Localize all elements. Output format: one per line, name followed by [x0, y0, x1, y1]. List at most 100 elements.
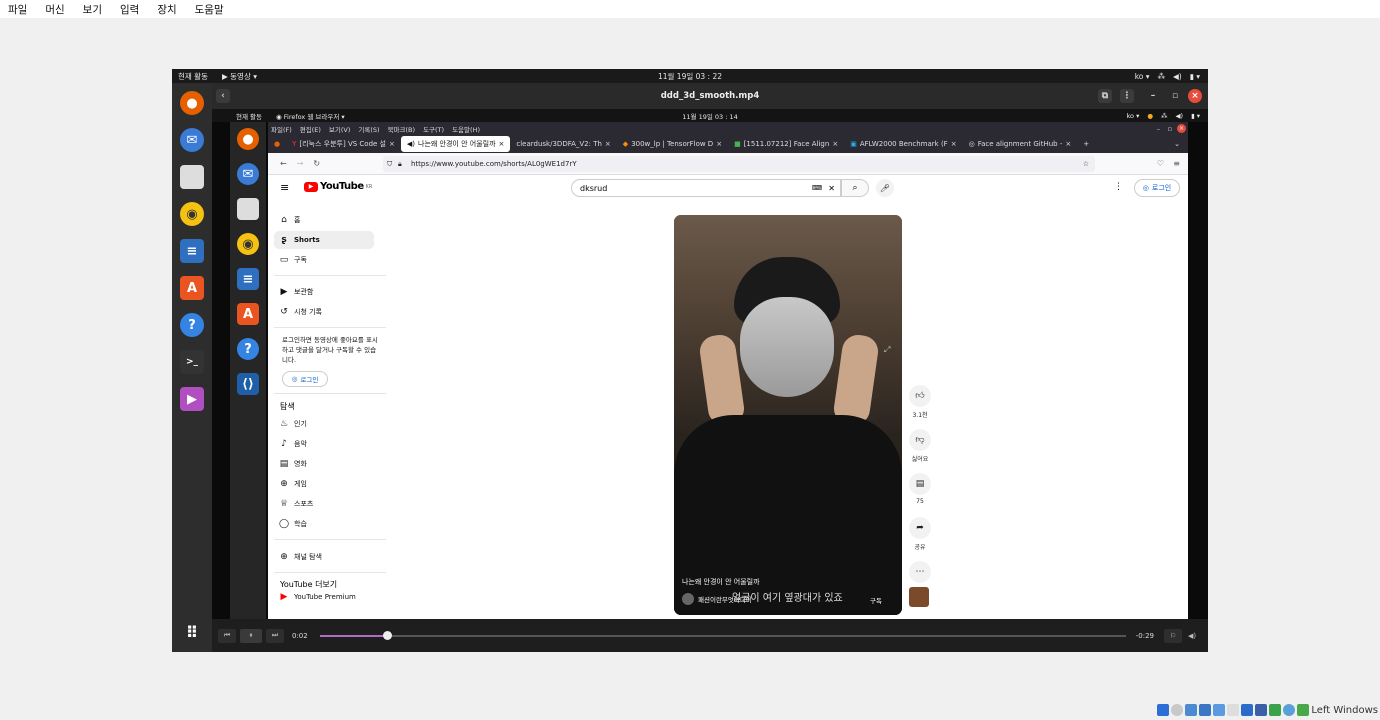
menu-devices[interactable]: 장치 [157, 2, 176, 17]
back-icon[interactable]: ‹ [216, 89, 230, 103]
sound-thumbnail[interactable] [909, 587, 929, 607]
ff-menu-view[interactable]: 보기(V) [329, 124, 350, 134]
tab-tensorflow[interactable]: ◆ 300w_lp | TensorFlow D × [617, 136, 728, 152]
menu-help[interactable]: 도움말 [195, 2, 224, 17]
volume-control-icon[interactable]: ◀) [1188, 632, 1196, 640]
sidebar-item-movies[interactable]: ▤ 영화 [274, 455, 374, 473]
sidebar-item-premium[interactable]: ▶ YouTube Premium [274, 591, 374, 603]
bookmark-star-icon[interactable]: ☆ [1083, 160, 1089, 168]
sidebar-item-sports[interactable]: ♕ 스포츠 [274, 495, 374, 513]
ff-menu-help[interactable]: 도움말(H) [452, 124, 480, 134]
inner-thunderbird-icon[interactable]: ✉ [237, 163, 259, 185]
inner-network-icon[interactable]: ⁂ [1161, 112, 1168, 120]
tab-close-icon[interactable]: × [832, 140, 838, 148]
video-area[interactable]: 현재 활동 ◉ Firefox 웹 브라우저 ▾ 11월 19일 03 : 14… [212, 109, 1208, 619]
hdd-icon[interactable] [1157, 704, 1170, 716]
tab-close-icon[interactable]: × [499, 140, 505, 148]
audio-icon[interactable]: ◀) [407, 140, 415, 148]
shorts-video[interactable]: ⤢ 나는왜 안경이 안 어울릴까 패션이란무엇이디이 얼굴이 여기 옆광대가 있… [674, 215, 902, 615]
sidebar-login-button[interactable]: ◎ 로그인 [282, 371, 328, 387]
pocket-icon[interactable]: ♡ [1157, 159, 1164, 168]
writer-icon[interactable]: ≡ [180, 239, 204, 263]
clear-search-icon[interactable]: ✕ [828, 184, 835, 193]
power-icon[interactable]: ▮ ▾ [1190, 72, 1200, 81]
like-button[interactable]: 👍︎ 3.1천 [908, 385, 932, 419]
inner-power-icon[interactable]: ▮ ▾ [1191, 112, 1200, 120]
inner-help-icon[interactable]: ? [237, 338, 259, 360]
inner-app-menu[interactable]: ◉ Firefox 웹 브라우저 ▾ [276, 111, 345, 121]
new-tab-button[interactable]: + [1077, 136, 1095, 152]
ff-menu-edit[interactable]: 편집(E) [300, 124, 321, 134]
activities-button[interactable]: 현재 활동 [178, 71, 208, 82]
channel-avatar[interactable] [682, 593, 694, 605]
maximize-icon[interactable]: ▫ [1168, 89, 1182, 103]
optical-drive-icon[interactable] [1171, 704, 1184, 716]
tab-vscode[interactable]: Y [리눅스 우분투] VS Code 설 × [286, 136, 401, 152]
app-menu[interactable]: ▶ 동영상 ▾ [222, 71, 257, 82]
inner-lang[interactable]: ko ▾ [1127, 112, 1140, 120]
inner-vscode-icon[interactable]: ⟨⟩ [237, 373, 259, 395]
fullscreen-icon[interactable]: ⧉ [1098, 89, 1112, 103]
tab-close-icon[interactable]: × [716, 140, 722, 148]
tab-list-icon[interactable]: ⌄ [1174, 140, 1180, 148]
tab-3ddfa[interactable]: cleardusk/3DDFA_V2: Th × [510, 136, 616, 152]
videos-icon[interactable]: ▶ [180, 387, 204, 411]
inner-firefox-icon[interactable]: ● [237, 128, 259, 150]
display-icon[interactable] [1241, 704, 1254, 716]
lock-icon[interactable]: 🔒︎ [398, 160, 402, 169]
menu-input[interactable]: 입력 [120, 2, 139, 17]
rhythmbox-icon[interactable]: ◉ [180, 202, 204, 226]
player-menu-icon[interactable]: ⋮ [1120, 89, 1134, 103]
keyboard-icon[interactable]: ⌨ [812, 184, 822, 192]
firefox-icon[interactable]: ● [180, 91, 204, 115]
mouse-integration-icon[interactable] [1283, 704, 1296, 716]
tab-pinned[interactable]: ● [268, 136, 286, 152]
software-icon[interactable]: A [180, 276, 204, 300]
menu-machine[interactable]: 머신 [45, 2, 64, 17]
menu-file[interactable]: 파일 [8, 2, 27, 17]
thunderbird-icon[interactable]: ✉ [180, 128, 204, 152]
files-icon[interactable] [180, 165, 204, 189]
yt-search-button[interactable]: ⌕ [841, 179, 869, 197]
yt-settings-icon[interactable]: ⋮ [1114, 182, 1123, 192]
usb-icon[interactable] [1213, 704, 1226, 716]
network-icon[interactable]: ⁂ [1158, 72, 1166, 81]
sidebar-item-music[interactable]: ♪ 음악 [274, 435, 374, 453]
inner-software-icon[interactable]: A [237, 303, 259, 325]
show-apps-icon[interactable]: ⠿ [180, 620, 204, 644]
sidebar-item-subscriptions[interactable]: ▭ 구독 [274, 251, 374, 269]
pause-button[interactable]: ⏸ [240, 628, 262, 643]
share-button[interactable]: ➦ 공유 [908, 517, 932, 551]
tab-youtube-short[interactable]: ◀) 나는왜 안경이 안 어울릴까 × [400, 136, 511, 152]
ff-minimize-icon[interactable]: – [1157, 125, 1160, 133]
inner-rhythmbox-icon[interactable]: ◉ [237, 233, 259, 255]
sidebar-item-browse-channels[interactable]: ⊕ 채널 탐색 [274, 548, 374, 566]
help-icon[interactable]: ? [180, 313, 204, 337]
tab-close-icon[interactable]: × [951, 140, 957, 148]
yt-search-input[interactable]: dksrud ⌨ ✕ [571, 179, 841, 197]
ff-menu-bookmarks[interactable]: 북마크(B) [388, 124, 415, 134]
cpu-icon[interactable] [1269, 704, 1282, 716]
skip-back-icon[interactable]: ⏮ [218, 628, 236, 643]
hamburger-menu-icon[interactable]: ≡ [1173, 159, 1180, 168]
inner-writer-icon[interactable]: ≡ [237, 268, 259, 290]
yt-menu-icon[interactable]: ≡ [280, 181, 289, 194]
tab-github[interactable]: ◎ Face alignment GitHub - × [963, 136, 1078, 152]
inner-clock[interactable]: 11월 19일 03 : 14 [682, 111, 738, 121]
ff-menu-history[interactable]: 기록(S) [358, 124, 379, 134]
mic-icon[interactable]: 🎤︎ [876, 179, 894, 197]
forward-arrow-icon[interactable]: → [297, 159, 304, 168]
clock[interactable]: 11월 19일 03 : 22 [658, 71, 722, 82]
ff-close-icon[interactable]: × [1177, 124, 1186, 133]
inner-activities[interactable]: 현재 활동 [236, 111, 262, 121]
url-bar[interactable]: ⛉ 🔒︎ https://www.youtube.com/shorts/AL0g… [383, 156, 1095, 172]
back-arrow-icon[interactable]: ← [280, 159, 287, 168]
expand-icon[interactable]: ⤢ [884, 345, 890, 355]
capture-icon[interactable] [1255, 704, 1268, 716]
sidebar-item-trending[interactable]: ♨ 인기 [274, 415, 374, 433]
tab-close-icon[interactable]: × [605, 140, 611, 148]
host-key-icon[interactable] [1297, 704, 1310, 716]
tab-arxiv[interactable]: ■ [1511.07212] Face Align × [728, 136, 844, 152]
short-title[interactable]: 나는왜 안경이 안 어울릴까 [682, 577, 760, 587]
lang-indicator[interactable]: ko ▾ [1135, 72, 1150, 81]
